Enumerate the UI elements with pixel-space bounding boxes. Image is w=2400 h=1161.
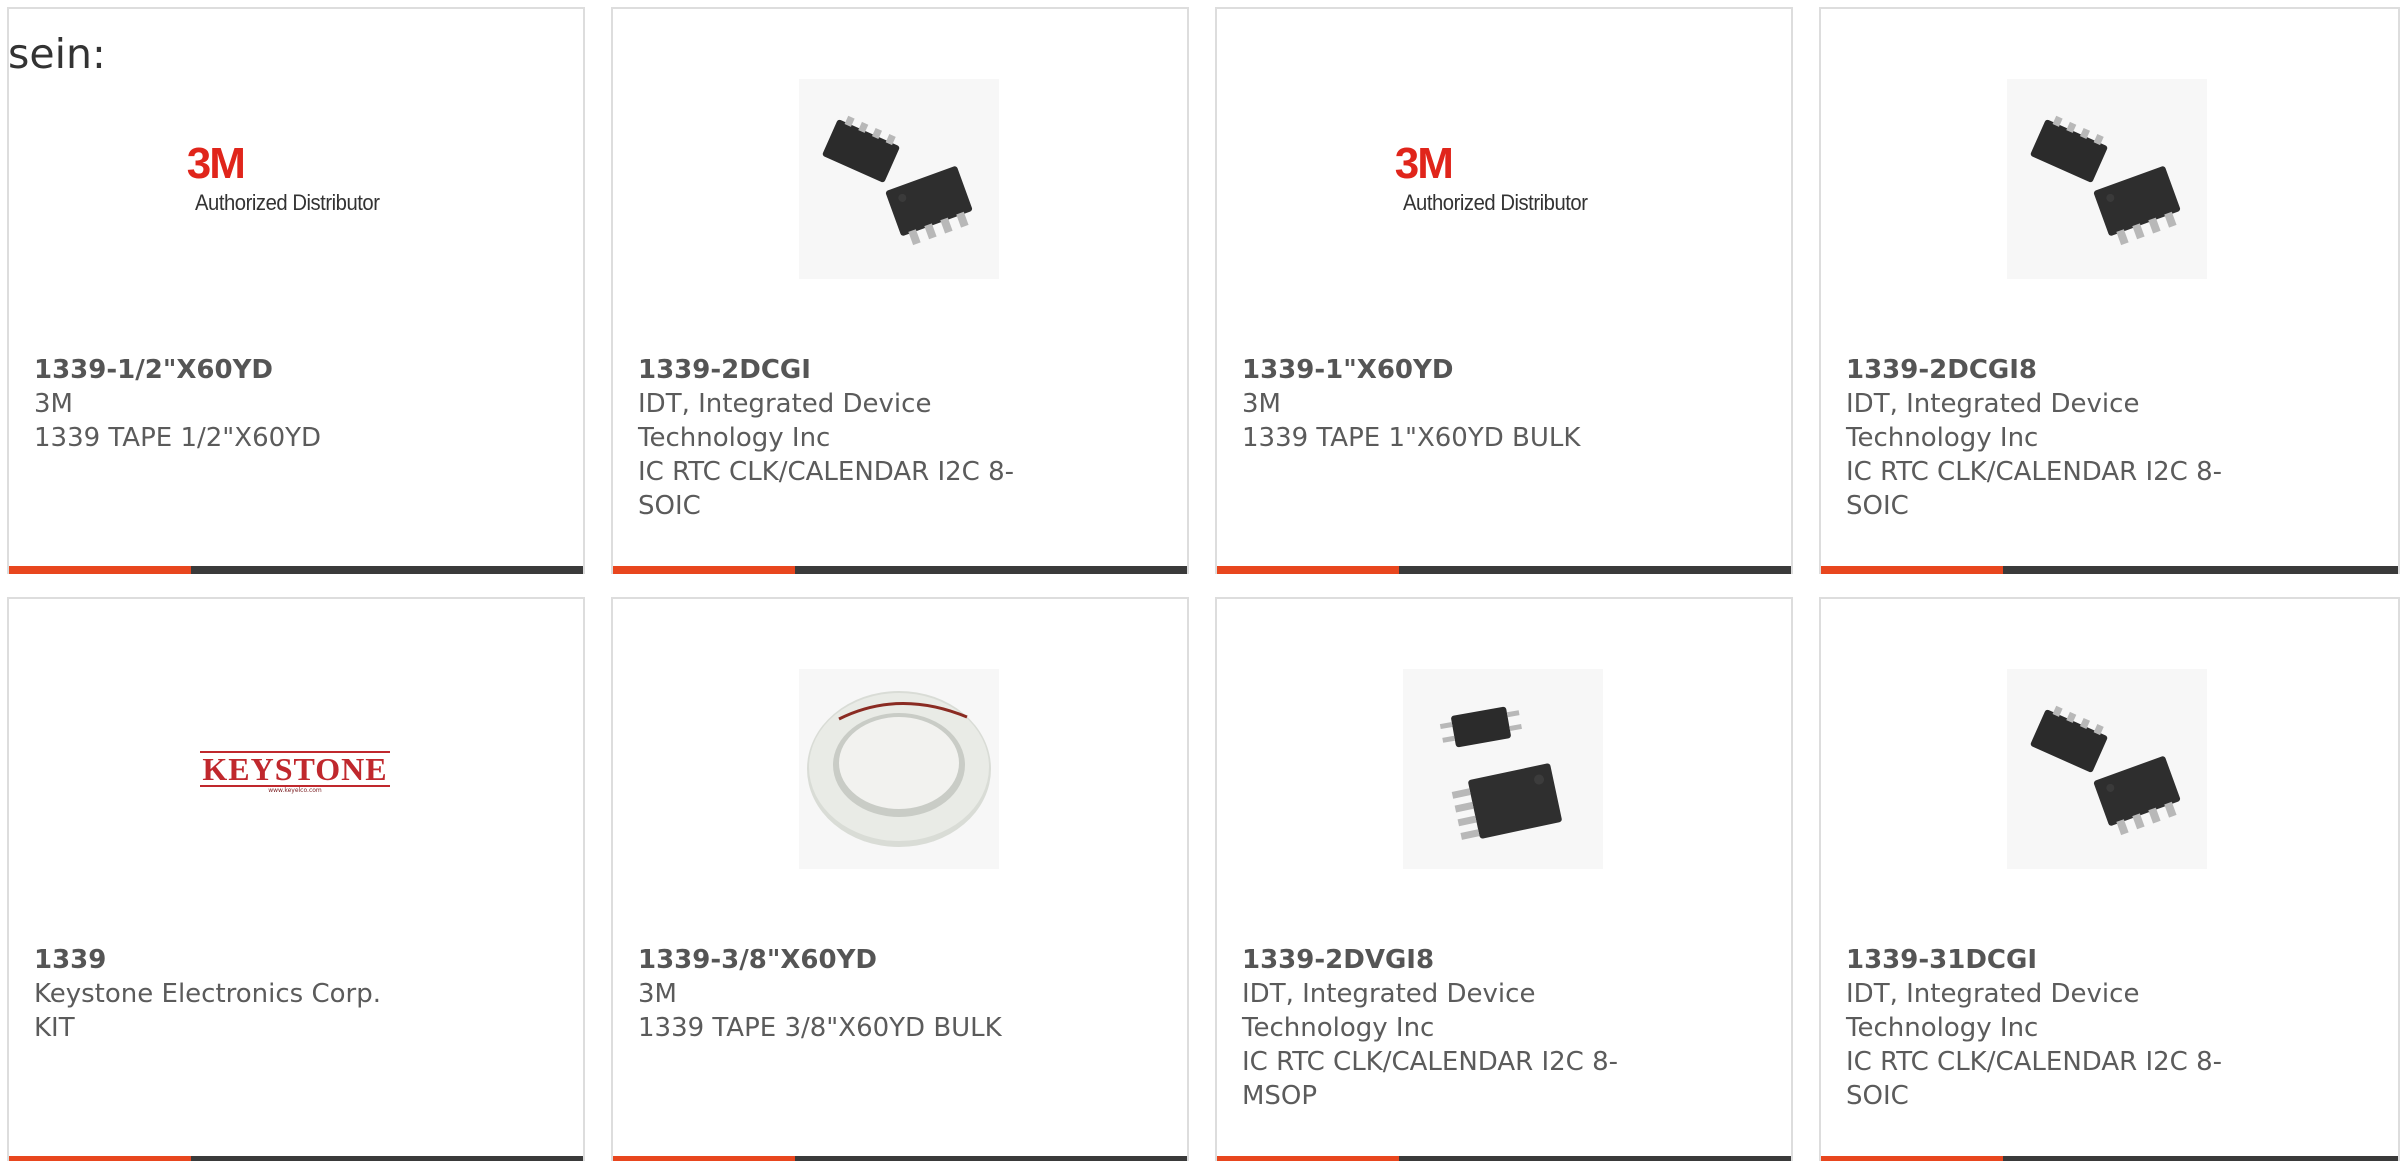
card-accent-bar	[1217, 566, 1399, 574]
product-card[interactable]: 3M Authorized Distributor 1339-1/2"X60YD…	[7, 7, 585, 574]
card-bottom-bar	[1217, 1156, 1791, 1161]
manufacturer-name: 3M	[638, 979, 677, 1009]
product-info: 1339-2DCGI IDT, Integrated Device Techno…	[638, 353, 1058, 523]
3m-logo-icon: 3M Authorized Distributor	[186, 139, 380, 216]
soic-chip-icon	[799, 79, 999, 279]
product-info: 1339-1/2"X60YD 3M 1339 TAPE 1/2"X60YD	[34, 353, 454, 455]
manufacturer-name: IDT, Integrated Device Technology Inc	[638, 389, 932, 453]
part-number-link[interactable]: 1339-31DCGI	[1846, 943, 2266, 977]
product-description: IC RTC CLK/CALENDAR I2C 8-SOIC	[1846, 1047, 2223, 1111]
product-image[interactable]: 3M Authorized Distributor	[1394, 79, 1603, 279]
product-info: 1339 Keystone Electronics Corp. KIT	[34, 943, 454, 1045]
product-info: 1339-31DCGI IDT, Integrated Device Techn…	[1846, 943, 2266, 1113]
product-description: 1339 TAPE 1"X60YD BULK	[1242, 423, 1581, 453]
product-description: 1339 TAPE 3/8"X60YD BULK	[638, 1013, 1002, 1043]
soic-chip-icon	[2007, 79, 2207, 279]
part-number-link[interactable]: 1339-3/8"X60YD	[638, 943, 1058, 977]
product-card[interactable]: 1339-2DCGI8 IDT, Integrated Device Techn…	[1819, 7, 2400, 574]
product-image[interactable]: KEYSTONE www.keyelco.com	[195, 669, 395, 869]
part-number-link[interactable]: 1339-2DCGI	[638, 353, 1058, 387]
product-grid: 3M Authorized Distributor 1339-1/2"X60YD…	[0, 0, 2400, 1161]
product-description: 1339 TAPE 1/2"X60YD	[34, 423, 322, 453]
card-accent-bar	[1821, 1156, 2003, 1161]
product-image[interactable]	[2007, 669, 2207, 869]
card-bottom-bar	[1217, 566, 1791, 574]
product-card[interactable]: 3M Authorized Distributor 1339-1"X60YD 3…	[1215, 7, 1793, 574]
manufacturer-name: 3M	[1242, 389, 1281, 419]
tape-roll-icon	[799, 669, 999, 869]
part-number-link[interactable]: 1339-2DVGI8	[1242, 943, 1662, 977]
product-card[interactable]: KEYSTONE www.keyelco.com 1339 Keystone E…	[7, 597, 585, 1161]
product-card[interactable]: 1339-31DCGI IDT, Integrated Device Techn…	[1819, 597, 2400, 1161]
card-accent-bar	[1821, 566, 2003, 574]
product-card[interactable]: 1339-2DVGI8 IDT, Integrated Device Techn…	[1215, 597, 1793, 1161]
card-accent-bar	[9, 566, 191, 574]
product-info: 1339-1"X60YD 3M 1339 TAPE 1"X60YD BULK	[1242, 353, 1662, 455]
product-card[interactable]: 1339-3/8"X60YD 3M 1339 TAPE 3/8"X60YD BU…	[611, 597, 1189, 1161]
card-bottom-bar	[613, 1156, 1187, 1161]
product-description: IC RTC CLK/CALENDAR I2C 8-SOIC	[1846, 457, 2223, 521]
manufacturer-name: Keystone Electronics Corp.	[34, 979, 382, 1009]
part-number-link[interactable]: 1339-2DCGI8	[1846, 353, 2266, 387]
card-bottom-bar	[1821, 1156, 2398, 1161]
card-bottom-bar	[9, 1156, 583, 1161]
card-accent-bar	[613, 566, 795, 574]
card-accent-bar	[1217, 1156, 1399, 1161]
product-card[interactable]: 1339-2DCGI IDT, Integrated Device Techno…	[611, 7, 1189, 574]
card-bottom-bar	[1821, 566, 2398, 574]
card-bottom-bar	[9, 566, 583, 574]
part-number-link[interactable]: 1339-1"X60YD	[1242, 353, 1662, 387]
product-image[interactable]	[2007, 79, 2207, 279]
product-image[interactable]: 3M Authorized Distributor	[186, 79, 395, 279]
product-description: IC RTC CLK/CALENDAR I2C 8-SOIC	[638, 457, 1015, 521]
part-number-link[interactable]: 1339-1/2"X60YD	[34, 353, 454, 387]
product-description: IC RTC CLK/CALENDAR I2C 8-MSOP	[1242, 1047, 1619, 1111]
product-grid-page: sein: 3M Authorized Distributor 1339-1/2…	[0, 0, 2400, 1161]
product-image[interactable]	[799, 79, 999, 279]
product-image[interactable]	[799, 669, 999, 869]
part-number-link[interactable]: 1339	[34, 943, 454, 977]
3m-logo-icon: 3M Authorized Distributor	[1394, 139, 1588, 216]
card-accent-bar	[9, 1156, 191, 1161]
product-info: 1339-2DCGI8 IDT, Integrated Device Techn…	[1846, 353, 2266, 523]
card-accent-bar	[613, 1156, 795, 1161]
keystone-logo-icon: KEYSTONE www.keyelco.com	[200, 750, 390, 794]
lead-text: sein:	[8, 30, 106, 78]
product-image[interactable]	[1403, 669, 1603, 869]
soic-chip-icon	[2007, 669, 2207, 869]
msop-chip-icon	[1403, 669, 1603, 869]
card-bottom-bar	[613, 566, 1187, 574]
manufacturer-name: IDT, Integrated Device Technology Inc	[1242, 979, 1536, 1043]
manufacturer-name: 3M	[34, 389, 73, 419]
product-info: 1339-2DVGI8 IDT, Integrated Device Techn…	[1242, 943, 1662, 1113]
manufacturer-name: IDT, Integrated Device Technology Inc	[1846, 979, 2140, 1043]
product-info: 1339-3/8"X60YD 3M 1339 TAPE 3/8"X60YD BU…	[638, 943, 1058, 1045]
product-description: KIT	[34, 1013, 75, 1043]
manufacturer-name: IDT, Integrated Device Technology Inc	[1846, 389, 2140, 453]
